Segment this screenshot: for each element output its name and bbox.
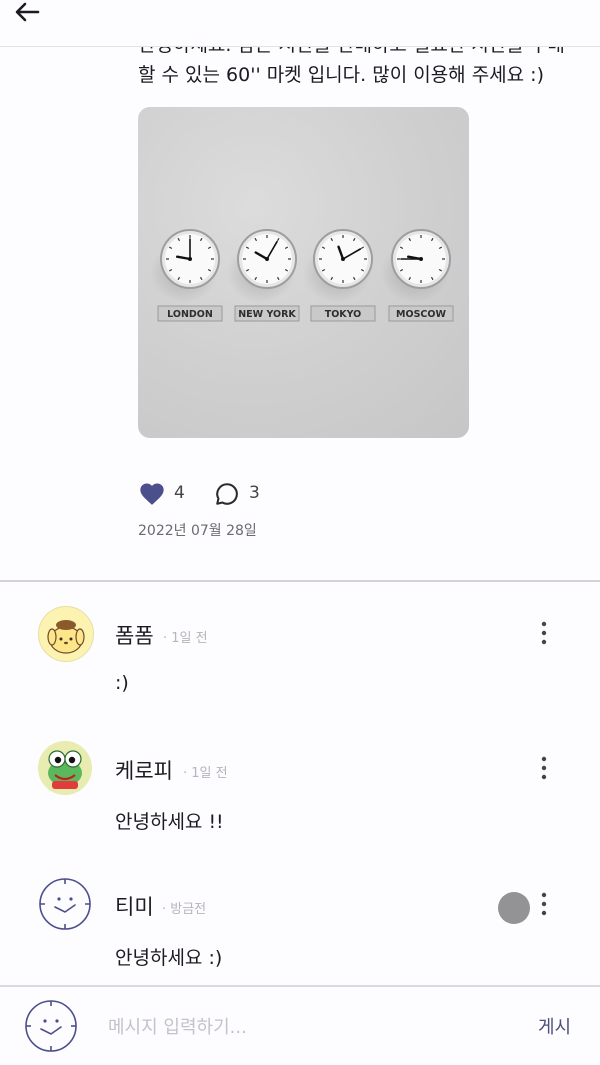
post-date: 2022년 07월 28일	[138, 523, 257, 539]
clock-2: NEW YORK	[227, 229, 300, 322]
speech-bubble-icon	[216, 483, 238, 505]
comment-button[interactable]	[214, 481, 240, 507]
more-options-button[interactable]	[532, 891, 556, 917]
more-vert-icon	[541, 756, 547, 780]
message-input[interactable]	[106, 1009, 510, 1045]
more-options-button[interactable]	[532, 755, 556, 781]
touch-indicator	[498, 892, 530, 924]
clock-3: TOKYO	[303, 229, 376, 322]
comment-author[interactable]: 폼폼	[115, 620, 154, 650]
comment-composer: 게시	[0, 985, 600, 1065]
clock-4: MOSCOW	[381, 229, 454, 322]
post-comment-button[interactable]: 게시	[538, 1013, 571, 1039]
my-avatar	[24, 999, 78, 1053]
comment-time: · 1일 전	[183, 766, 228, 781]
post-image: LONDON NEW YORK TOKYO MOSCOW	[138, 107, 469, 438]
top-app-bar	[0, 0, 600, 47]
post-text-line-2: 할 수 있는 60'' 마켓 입니다. 많이 이용해 주세요 :)	[138, 64, 544, 86]
comment-text: 안녕하세요 :)	[115, 947, 223, 969]
smiley-clock-avatar[interactable]	[38, 877, 92, 931]
arrow-left-icon	[15, 2, 40, 22]
clock-label: LONDON	[167, 309, 213, 320]
more-vert-icon	[541, 892, 547, 916]
clock-label: MOSCOW	[396, 309, 446, 320]
clock-label: NEW YORK	[238, 309, 296, 320]
comment-count: 3	[249, 483, 260, 503]
comment-item: 케로피 · 1일 전 안녕하세요 !!	[0, 741, 600, 871]
back-button[interactable]	[12, 0, 48, 24]
more-options-button[interactable]	[532, 620, 556, 646]
more-vert-icon	[541, 621, 547, 645]
heart-icon	[140, 483, 164, 505]
like-count: 4	[174, 483, 185, 503]
world-clocks-photo: LONDON NEW YORK TOKYO MOSCOW	[150, 229, 454, 322]
comment-author[interactable]: 케로피	[115, 755, 173, 785]
keroppi-avatar[interactable]	[38, 741, 92, 795]
clock-label: TOKYO	[325, 309, 362, 320]
comment-time: · 1일 전	[163, 631, 208, 646]
pompompurin-avatar[interactable]	[38, 606, 94, 662]
comment-author[interactable]: 티미	[115, 891, 154, 921]
like-button[interactable]	[138, 480, 166, 508]
comment-text: :)	[115, 672, 129, 694]
comment-time: · 방금전	[162, 902, 207, 917]
comment-item: 폼폼 · 1일 전 :)	[0, 606, 600, 736]
section-divider	[0, 580, 600, 582]
comment-text: 안녕하세요 !!	[115, 811, 224, 833]
clock-1: LONDON	[150, 229, 223, 322]
